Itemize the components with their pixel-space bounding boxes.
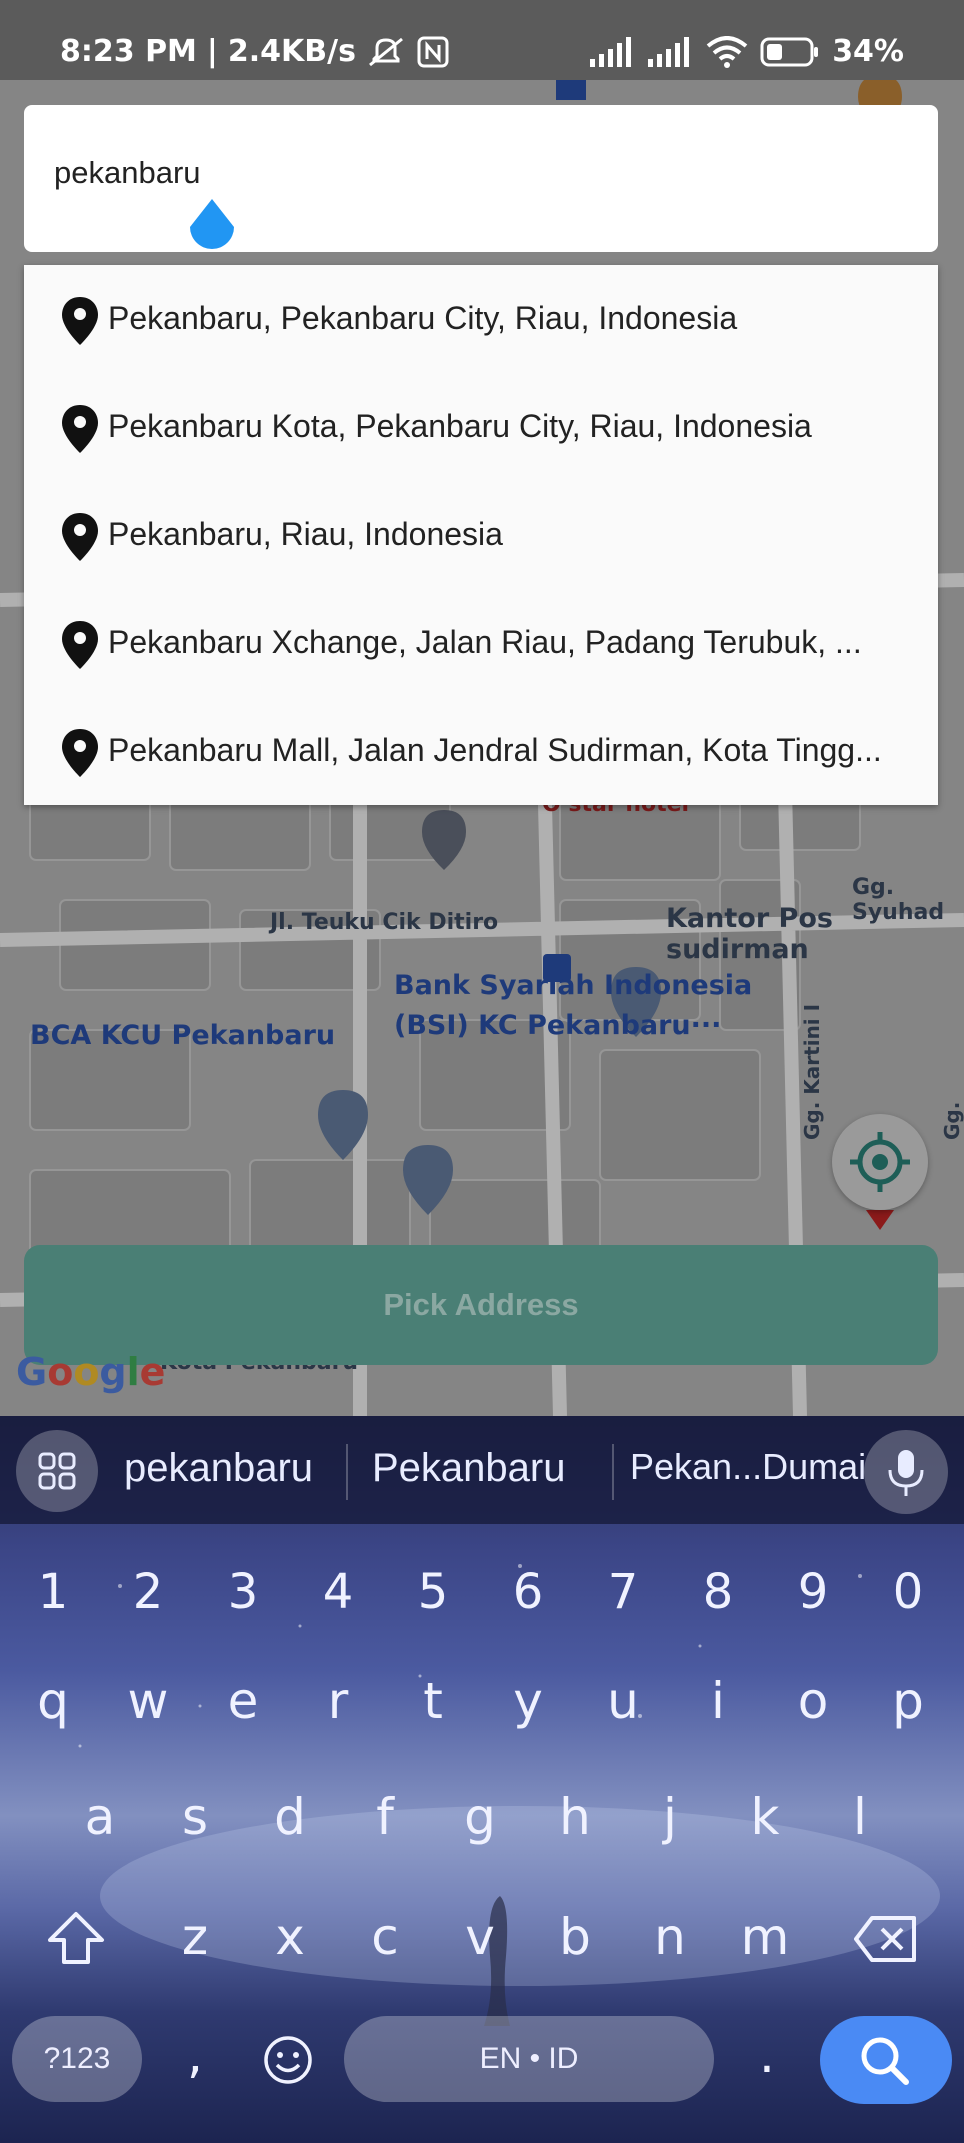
text-cursor-handle[interactable] [186,197,238,261]
key-v[interactable]: v [445,1908,515,1966]
key-q[interactable]: q [18,1672,88,1730]
wifi-icon [706,35,748,68]
status-time: 8:23 PM [60,34,197,69]
status-bar: 8:23 PM | 2.4KB/s 34% [0,0,964,80]
candidate-divider [346,1444,348,1500]
mute-bell-icon [369,37,403,66]
emoji-icon[interactable] [262,2034,314,2086]
grid-icon [38,1452,76,1490]
candidate-divider [612,1444,614,1500]
candidate-word[interactable]: Pekanbaru [372,1446,565,1491]
suggestion-item[interactable]: Pekanbaru Kota, Pekanbaru City, Riau, In… [24,373,938,481]
candidate-word[interactable]: pekanbaru [124,1446,313,1491]
key-l[interactable]: l [825,1788,895,1846]
google-logo: Google [16,1350,166,1394]
crosshair-icon [850,1132,910,1192]
key-4[interactable]: 4 [303,1564,373,1620]
key-g[interactable]: g [445,1788,515,1846]
key-9[interactable]: 9 [778,1564,848,1620]
search-box[interactable] [24,105,938,252]
search-icon [861,2037,909,2085]
map-label-gg-kartini: Gg. Kartini I [800,1003,824,1140]
key-1[interactable]: 1 [18,1564,88,1620]
key-p[interactable]: p [873,1672,943,1730]
backspace-key[interactable] [852,1914,918,1964]
key-w[interactable]: w [113,1672,183,1730]
keyboard-menu-button[interactable] [16,1430,98,1512]
status-separator: | [206,34,218,69]
space-bar[interactable]: EN • ID [344,2016,714,2102]
candidate-word[interactable]: Pekan...Dumai [630,1446,866,1488]
key-e[interactable]: e [208,1672,278,1730]
my-location-button[interactable] [832,1114,928,1210]
key-b[interactable]: b [540,1908,610,1966]
map-label-bsi-1: Bank Syariah Indonesia [394,970,753,1001]
key-m[interactable]: m [730,1908,800,1966]
symbols-key[interactable]: ?123 [12,2016,142,2102]
key-k[interactable]: k [730,1788,800,1846]
location-pin-icon [62,729,98,777]
key-y[interactable]: y [493,1672,563,1730]
microphone-icon [888,1450,924,1496]
key-a[interactable]: a [65,1788,135,1846]
status-network-speed: 2.4KB/s [227,34,356,69]
location-pin-icon [62,513,98,561]
signal-icon [590,36,632,67]
key-comma[interactable]: , [160,2026,230,2084]
key-h[interactable]: h [540,1788,610,1846]
key-j[interactable]: j [635,1788,705,1846]
key-d[interactable]: d [255,1788,325,1846]
signal-icon-2 [648,36,690,67]
key-r[interactable]: r [303,1672,373,1730]
key-7[interactable]: 7 [588,1564,658,1620]
voice-input-button[interactable] [864,1430,948,1514]
map-label-gg-syuhada: Gg. Syuhad [852,875,945,925]
suggestion-label: Pekanbaru, Pekanbaru City, Riau, Indones… [108,300,738,336]
location-pin-icon [62,621,98,669]
map-label-bca: BCA KCU Pekanbaru [30,1020,336,1051]
key-0[interactable]: 0 [873,1564,943,1620]
search-key[interactable] [820,2016,952,2104]
suggestion-item[interactable]: Pekanbaru Xchange, Jalan Riau, Padang Te… [24,589,938,697]
nfc-icon [417,36,449,67]
suggestion-item[interactable]: Pekanbaru, Pekanbaru City, Riau, Indones… [24,265,938,373]
key-c[interactable]: c [350,1908,420,1966]
key-o[interactable]: o [778,1672,848,1730]
key-u[interactable]: u [588,1672,658,1730]
map-label-street: Jl. Teuku Cik Ditiro [270,910,499,935]
suggestion-item[interactable]: Pekanbaru Mall, Jalan Jendral Sudirman, … [24,697,938,805]
key-3[interactable]: 3 [208,1564,278,1620]
key-i[interactable]: i [683,1672,753,1730]
suggestion-item[interactable]: Pekanbaru, Riau, Indonesia [24,481,938,589]
key-period[interactable]: . [732,2026,802,2084]
suggestion-label: Pekanbaru Mall, Jalan Jendral Sudirman, … [108,732,882,768]
battery-percent: 34% [832,34,904,69]
shift-key[interactable] [46,1910,106,1966]
key-s[interactable]: s [160,1788,230,1846]
search-input[interactable] [54,155,874,191]
key-8[interactable]: 8 [683,1564,753,1620]
suggestion-label: Pekanbaru Xchange, Jalan Riau, Padang Te… [108,624,862,660]
suggestion-label: Pekanbaru, Riau, Indonesia [108,516,503,552]
key-t[interactable]: t [398,1672,468,1730]
key-5[interactable]: 5 [398,1564,468,1620]
key-f[interactable]: f [350,1788,420,1846]
map-label-gg-kartini-2: Gg. Kartini 2 [940,1101,964,1140]
location-pin-icon [62,297,98,345]
pick-address-button[interactable]: Pick Address [24,1245,938,1365]
key-2[interactable]: 2 [113,1564,183,1620]
key-n[interactable]: n [635,1908,705,1966]
battery-icon [760,37,819,66]
key-z[interactable]: z [160,1908,230,1966]
map-label-bsi-2: (BSI) KC Pekanbaru··· [394,1010,722,1041]
location-pin-icon [62,405,98,453]
suggestions-list: Pekanbaru, Pekanbaru City, Riau, Indones… [24,265,938,805]
key-x[interactable]: x [255,1908,325,1966]
key-6[interactable]: 6 [493,1564,563,1620]
suggestion-label: Pekanbaru Kota, Pekanbaru City, Riau, In… [108,408,812,444]
